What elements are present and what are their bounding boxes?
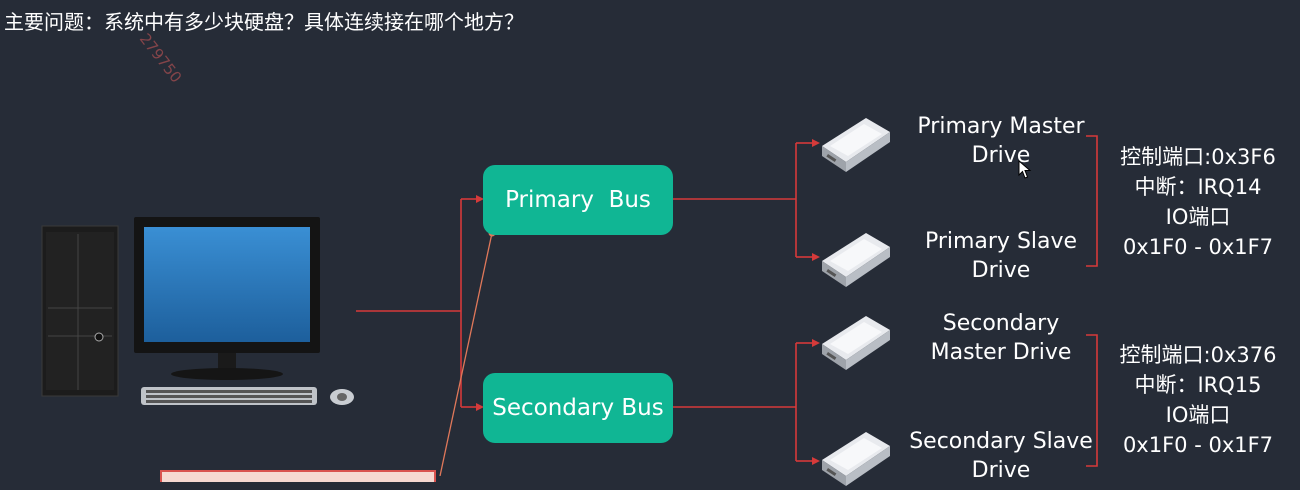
drive-label-line: Primary Slave bbox=[924, 229, 1078, 254]
primary-bus-node: Primary Bus bbox=[483, 165, 673, 235]
io-port-label: IO端口 bbox=[1165, 403, 1231, 427]
drive-label-line: Drive bbox=[971, 458, 1031, 483]
mouse-cursor-icon bbox=[1018, 160, 1032, 179]
secondary-slave-drive-label: Secondary Slave Drive bbox=[901, 427, 1101, 485]
control-port-text: 控制端口:0x3F6 bbox=[1120, 145, 1276, 169]
primary-master-drive-label: Primary Master Drive bbox=[901, 112, 1101, 170]
drive-label-line: Secondary bbox=[942, 311, 1060, 336]
hard-drive-icon bbox=[822, 432, 890, 486]
primary-channel-info: 控制端口:0x3F6 中断：IRQ14 IO端口 0x1F0 - 0x1F7 bbox=[1108, 142, 1288, 262]
io-port-range: 0x1F0 - 0x1F7 bbox=[1122, 235, 1274, 259]
secondary-channel-info: 控制端口:0x376 中断：IRQ15 IO端口 0x1F0 - 0x1F7 bbox=[1108, 340, 1288, 460]
drive-label-line: Secondary Slave bbox=[909, 429, 1093, 454]
hard-drive-icon bbox=[822, 118, 890, 172]
primary-slave-drive-label: Primary Slave Drive bbox=[901, 227, 1101, 285]
irq-text: 中断：IRQ15 bbox=[1134, 373, 1262, 397]
secondary-master-drive-label: Secondary Master Drive bbox=[901, 309, 1101, 367]
io-port-label: IO端口 bbox=[1165, 205, 1231, 229]
control-port-text: 控制端口:0x376 bbox=[1119, 343, 1277, 367]
annotation-box bbox=[160, 470, 436, 482]
desktop-computer-icon bbox=[41, 217, 354, 405]
secondary-bus-node: Secondary Bus bbox=[483, 373, 673, 443]
drive-label-line: Master Drive bbox=[930, 340, 1072, 365]
irq-text: 中断：IRQ14 bbox=[1134, 175, 1262, 199]
drive-label-line: Drive bbox=[971, 258, 1031, 283]
drive-label-line: Primary Master bbox=[917, 114, 1085, 139]
io-port-range: 0x1F0 - 0x1F7 bbox=[1122, 433, 1274, 457]
drive-label-line: Drive bbox=[971, 143, 1031, 168]
hard-drive-icon bbox=[822, 233, 890, 287]
hard-drive-icon bbox=[822, 316, 890, 370]
